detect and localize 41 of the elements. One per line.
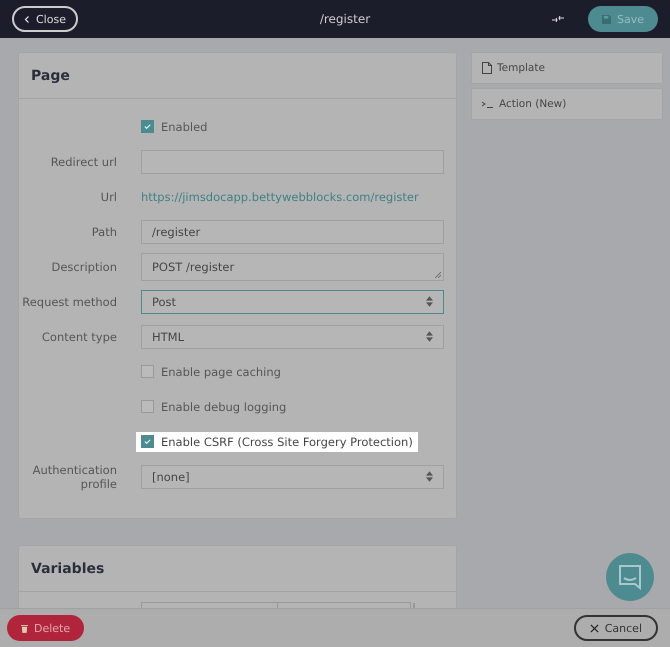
field-label: Content type <box>42 330 117 344</box>
checkbox-option[interactable]: Enable debug logging <box>136 396 292 416</box>
field-label: Redirect url <box>50 154 117 168</box>
resize-grip-icon <box>435 272 441 278</box>
trash-icon <box>21 624 28 632</box>
chevron-left-icon <box>24 14 30 24</box>
field-label: Description <box>52 260 117 274</box>
checkbox[interactable] <box>141 120 154 133</box>
sort-arrows-icon <box>426 331 433 342</box>
checkmark-icon <box>143 437 152 446</box>
checkbox-option[interactable]: Enable CSRF (Cross Site Forgery Protection) <box>136 432 418 452</box>
select-dropdown[interactable]: HTML <box>141 324 444 348</box>
checkbox-option[interactable]: Enable page caching <box>136 362 286 382</box>
checkmark-icon <box>143 122 152 131</box>
checkbox-option[interactable]: Enabled <box>136 116 212 136</box>
checkbox[interactable] <box>141 365 154 378</box>
field-label: Path <box>92 224 117 238</box>
cancel-button[interactable]: Cancel <box>574 615 658 641</box>
close-icon <box>590 624 599 632</box>
panel-title: Page <box>31 68 70 84</box>
document-icon <box>482 62 492 74</box>
side-item[interactable]: Action (New) <box>471 88 663 120</box>
delete-button[interactable]: Delete <box>7 615 84 641</box>
field-label: Authentication profile <box>32 462 117 490</box>
collapse-icon[interactable] <box>552 16 564 22</box>
sort-arrows-icon <box>426 471 433 482</box>
checkbox[interactable] <box>141 435 154 448</box>
checkbox[interactable] <box>141 400 154 413</box>
select-dropdown[interactable]: Post <box>141 290 444 314</box>
window-title: /register <box>318 12 372 26</box>
field-label: Request method <box>22 294 117 308</box>
chat-bubble-icon[interactable] <box>606 553 654 601</box>
side-item[interactable]: Template <box>471 52 663 84</box>
input-field[interactable]: /register <box>141 220 444 244</box>
text-area[interactable]: POST /register <box>141 252 444 280</box>
panel-title: Variables <box>31 560 104 576</box>
select-dropdown[interactable]: [none] <box>141 464 444 488</box>
close-button[interactable]: Close <box>12 6 78 32</box>
field-label: Url <box>100 190 117 204</box>
terminal-prompt-icon <box>482 100 494 108</box>
sort-arrows-icon <box>426 296 433 307</box>
